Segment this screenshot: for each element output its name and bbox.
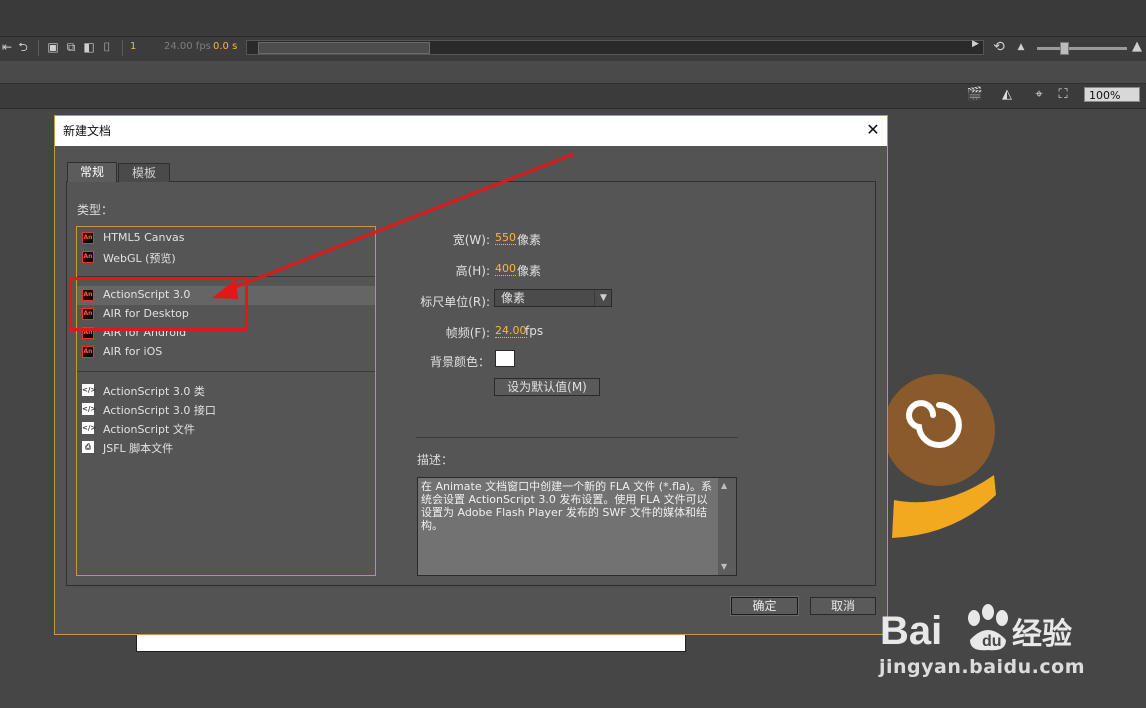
svg-text:经验: 经验 <box>1012 617 1072 652</box>
timeline-scroll-thumb[interactable] <box>258 42 430 54</box>
modify-markers-icon[interactable]: ⌷ <box>100 40 114 54</box>
toolbar-divider <box>122 40 123 56</box>
clip-content-icon[interactable]: ⛶ <box>1054 87 1072 103</box>
zoom-in-mountain-icon[interactable]: ▲ <box>1130 40 1144 54</box>
list-item-jsfl[interactable]: ⎙ JSFL 脚本文件 <box>77 438 375 457</box>
zoom-level-field[interactable]: 100% <box>1084 87 1140 102</box>
list-item-as-file[interactable]: </> ActionScript 文件 <box>77 419 375 438</box>
code-file-icon: </> <box>82 422 97 434</box>
frame-rate-unit: fps <box>525 324 544 338</box>
description-divider <box>416 437 738 438</box>
list-item-label: ActionScript 文件 <box>103 423 195 436</box>
frame-rate-label: 帧频(F): <box>445 326 490 340</box>
list-item-label: JSFL 脚本文件 <box>103 442 174 455</box>
animate-icon: An <box>82 251 94 263</box>
list-item-air-ios[interactable]: An AIR for iOS <box>77 343 375 362</box>
annotation-highlight-box <box>69 277 248 331</box>
loop-icon[interactable]: ⮌ <box>16 40 30 54</box>
close-icon[interactable]: ✕ <box>862 119 884 141</box>
dialog-title-bar[interactable] <box>55 116 887 146</box>
svg-text:Bai: Bai <box>880 609 942 653</box>
chevron-down-icon[interactable]: ▼ <box>594 290 612 306</box>
scroll-up-icon[interactable]: ▲ <box>721 481 727 490</box>
document-tab-strip <box>0 61 1146 84</box>
scroll-down-icon[interactable]: ▼ <box>721 562 727 571</box>
svg-text:du: du <box>982 633 1002 650</box>
center-stage-icon[interactable]: ⌖ <box>1030 87 1048 103</box>
description-label: 描述： <box>417 453 454 467</box>
toolbar-divider <box>38 40 39 56</box>
code-file-icon: </> <box>82 403 97 415</box>
step-forward-icon[interactable]: ⇤ <box>0 40 14 54</box>
script-file-icon: ⎙ <box>82 441 94 453</box>
ruler-units-label: 标尺单位(R): <box>420 295 490 309</box>
width-field[interactable]: 550 <box>495 231 516 245</box>
onion-outline-icon[interactable]: ⧉ <box>64 40 78 54</box>
timeline-zoom-slider[interactable] <box>1037 47 1127 50</box>
center-frame-icon[interactable]: ⟲ <box>992 40 1006 54</box>
current-frame[interactable]: 1 <box>130 41 136 52</box>
type-label: 类型： <box>77 203 114 217</box>
description-scrollbar[interactable] <box>718 478 736 575</box>
width-label: 宽(W): <box>452 233 490 247</box>
dialog-title: 新建文档 <box>63 124 112 138</box>
frame-rate-readout[interactable]: 24.00 fps <box>164 41 211 52</box>
background-color-label: 背景颜色： <box>429 355 490 369</box>
elapsed-time[interactable]: 0.0 s <box>213 41 237 52</box>
description-text: 在 Animate 文档窗口中创建一个新的 FLA 文件 (*.fla)。系统会… <box>421 480 713 532</box>
cancel-button[interactable]: 取消 <box>810 597 876 615</box>
list-item-as3-class[interactable]: </> ActionScript 3.0 类 <box>77 381 375 400</box>
timeline-zoom-knob[interactable] <box>1060 42 1069 55</box>
scroll-right-icon[interactable]: ▶ <box>972 39 979 49</box>
list-item-as3-interface[interactable]: </> ActionScript 3.0 接口 <box>77 400 375 419</box>
height-label: 高(H): <box>455 264 490 278</box>
code-file-icon: </> <box>82 384 97 396</box>
height-unit: 像素 <box>517 264 542 278</box>
animate-icon: An <box>82 346 94 358</box>
watermark-url: jingyan.baidu.com <box>879 656 1085 678</box>
baidu-jingyan-watermark-logo: Bai du 经验 <box>880 604 1072 653</box>
list-item-label: ActionScript 3.0 接口 <box>103 404 216 417</box>
symbol-edit-icon[interactable]: ◭ <box>998 87 1016 103</box>
scene-clapper-icon[interactable]: 🎬 <box>966 87 984 103</box>
frame-rate-field[interactable]: 24.00 <box>495 324 527 338</box>
zoom-out-mountain-icon[interactable]: ▲ <box>1014 40 1028 54</box>
list-item-html5-canvas[interactable]: An HTML5 Canvas <box>77 229 375 248</box>
tab-templates[interactable]: 模板 <box>118 163 170 182</box>
width-unit: 像素 <box>517 233 542 247</box>
background-color-swatch[interactable] <box>495 350 515 367</box>
ok-button[interactable]: 确定 <box>730 596 799 616</box>
set-default-button[interactable]: 设为默认值(M) <box>494 378 600 396</box>
list-item-webgl[interactable]: An WebGL (预览) <box>77 248 375 267</box>
list-item-label: ActionScript 3.0 类 <box>103 385 205 398</box>
tab-general[interactable]: 常规 <box>67 162 117 182</box>
edit-multiple-frames-icon[interactable]: ◧ <box>82 40 96 54</box>
timeline-layers-area <box>0 0 1146 36</box>
list-divider <box>77 371 375 372</box>
onion-skin-icon[interactable]: ▣ <box>46 40 60 54</box>
list-item-label: WebGL (预览) <box>103 252 176 265</box>
height-field[interactable]: 400 <box>495 262 516 276</box>
list-item-label: AIR for iOS <box>103 345 163 358</box>
animate-icon: An <box>82 232 94 244</box>
snail-mascot-image <box>884 374 996 538</box>
list-item-label: HTML5 Canvas <box>103 231 185 244</box>
